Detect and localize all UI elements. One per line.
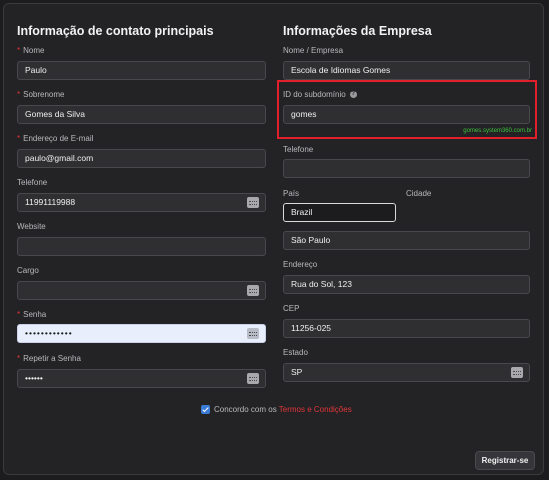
terms-checkbox[interactable] [201,405,210,415]
register-button[interactable]: Registrar-se [475,451,535,470]
state-input[interactable]: SP [283,363,530,382]
repeat-password-input[interactable]: •••••• [17,369,266,388]
company-name-input[interactable]: Escola de Idiomas Gomes [283,61,530,80]
keyboard-icon[interactable] [511,367,523,378]
keyboard-icon[interactable] [247,197,259,208]
city-label: Cidade [406,189,432,198]
city-input[interactable]: São Paulo [283,231,530,250]
state-label: Estado [283,348,308,357]
password-value: •••••••••••• [25,328,73,338]
phone-value: 11991119988 [25,197,76,207]
last-name-label: * Sobrenome [17,90,65,99]
website-label: Website [17,222,46,231]
terms-link[interactable]: Termos e Condições [279,405,352,414]
email-input[interactable]: paulo@gmail.com [17,149,266,168]
contact-section-title: Informação de contato principais [17,24,214,38]
company-name-label: Nome / Empresa [283,46,344,55]
role-input[interactable] [17,281,266,300]
keyboard-icon[interactable] [247,328,259,339]
address-input[interactable]: Rua do Sol, 123 [283,275,530,294]
company-section-title: Informações da Empresa [283,24,432,38]
keyboard-icon[interactable] [247,285,259,296]
company-phone-label: Telefone [283,145,314,154]
phone-input[interactable]: 11991119988 [17,193,266,212]
registration-panel: Informação de contato principais * Nome P… [3,3,544,475]
terms-agreement: Concordo com os Termos e Condições [201,405,352,415]
password-label: * Senha [17,310,47,319]
first-name-input[interactable]: Paulo [17,61,266,80]
state-value: SP [291,367,303,377]
password-input[interactable]: •••••••••••• [17,324,266,343]
cep-label: CEP [283,304,300,313]
subdomain-highlight-box [277,80,537,139]
country-label: País [283,189,300,198]
keyboard-icon[interactable] [247,373,259,384]
website-input[interactable] [17,237,266,256]
cep-input[interactable]: 11256-025 [283,319,530,338]
email-label: * Endereço de E-mail [17,134,94,143]
last-name-input[interactable]: Gomes da Silva [17,105,266,124]
country-input[interactable]: Brazil [283,203,396,222]
address-label: Endereço [283,260,318,269]
role-label: Cargo [17,266,39,275]
phone-label: Telefone [17,178,48,187]
company-phone-input[interactable] [283,159,530,178]
first-name-label: * Nome [17,46,45,55]
repeat-password-label: * Repetir a Senha [17,354,81,363]
repeat-password-value: •••••• [25,373,43,383]
